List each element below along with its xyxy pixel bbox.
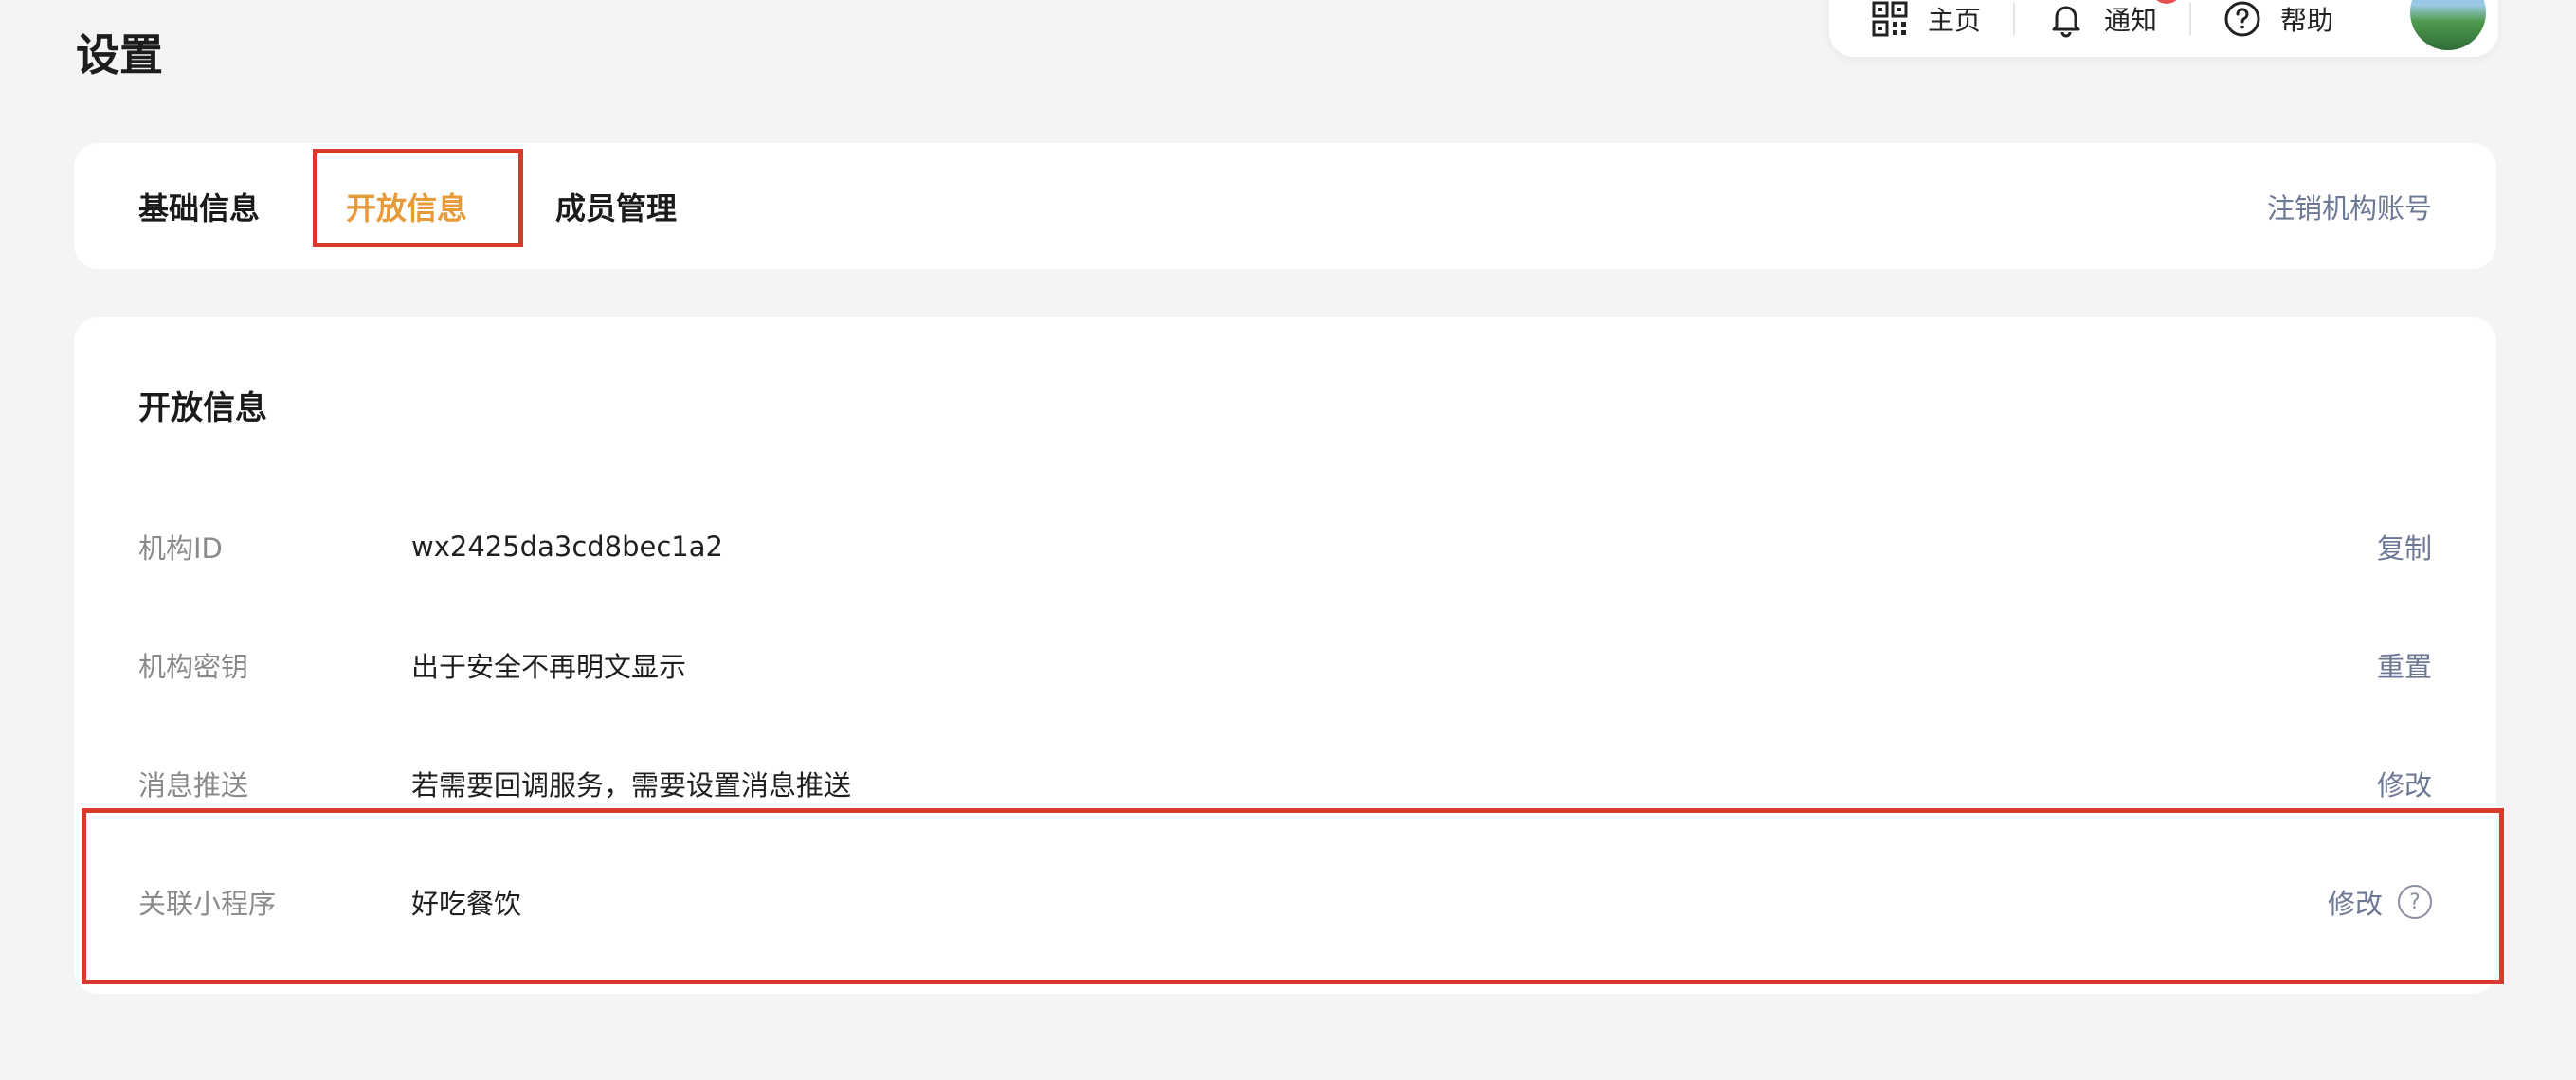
home-link[interactable]: 主页 [1871,0,1981,38]
notify-label: 通知 [2104,5,2158,36]
tab-basic-info[interactable]: 基础信息 [138,143,260,269]
copy-button[interactable]: 复制 [2377,518,2432,575]
open-info-panel: 开放信息 机构ID wx2425da3cd8bec1a2 复制 机构密钥 出于安… [74,317,2496,994]
divider [2013,3,2016,35]
page-title: 设置 [76,29,163,81]
question-circle-icon [2223,0,2261,38]
bell-icon [2047,0,2085,38]
top-bar: 主页 通知 帮助 [1829,0,2498,57]
row-label: 消息推送 [138,769,249,801]
list-item: 机构密钥 出于安全不再明文显示 重置 [74,637,2496,693]
tab-open-info[interactable]: 开放信息 [346,143,467,269]
row-value: 若需要回调服务，需要设置消息推送 [411,769,852,801]
reset-button[interactable]: 重置 [2377,637,2432,693]
section-title: 开放信息 [138,389,267,427]
question-circle-icon[interactable]: ? [2398,885,2432,919]
divider [2189,3,2192,35]
list-item: 机构ID wx2425da3cd8bec1a2 复制 [74,518,2496,575]
edit-label: 修改 [2327,888,2383,920]
row-label: 机构ID [138,532,223,565]
help-link[interactable]: 帮助 [2223,0,2333,38]
tabs-bar: 基础信息 开放信息 成员管理 注销机构账号 [74,143,2496,269]
notify-link[interactable]: 通知 [2047,0,2157,38]
row-label: 机构密钥 [138,651,249,683]
avatar[interactable] [2407,0,2489,53]
list-item: 消息推送 若需要回调服务，需要设置消息推送 修改 [74,755,2496,812]
edit-miniprogram-button[interactable]: 修改 ? [2328,873,2432,930]
edit-push-button[interactable]: 修改 [2377,755,2432,812]
help-label: 帮助 [2280,5,2334,36]
cancel-account-link[interactable]: 注销机构账号 [2267,143,2432,269]
list-item: 关联小程序 好吃餐饮 修改 ? [74,873,2496,930]
row-value: wx2425da3cd8bec1a2 [411,531,723,563]
qr-grid-icon [1871,0,1909,38]
row-value: 好吃餐饮 [411,888,522,920]
settings-page: 设置 主页 通知 帮助 基础信息 开放信息 成员管理 注销机构账号 开放信息 机… [0,0,2576,1080]
row-label: 关联小程序 [138,888,277,920]
tab-member-management[interactable]: 成员管理 [555,143,677,269]
home-label: 主页 [1928,5,1982,36]
row-value: 出于安全不再明文显示 [411,651,687,683]
